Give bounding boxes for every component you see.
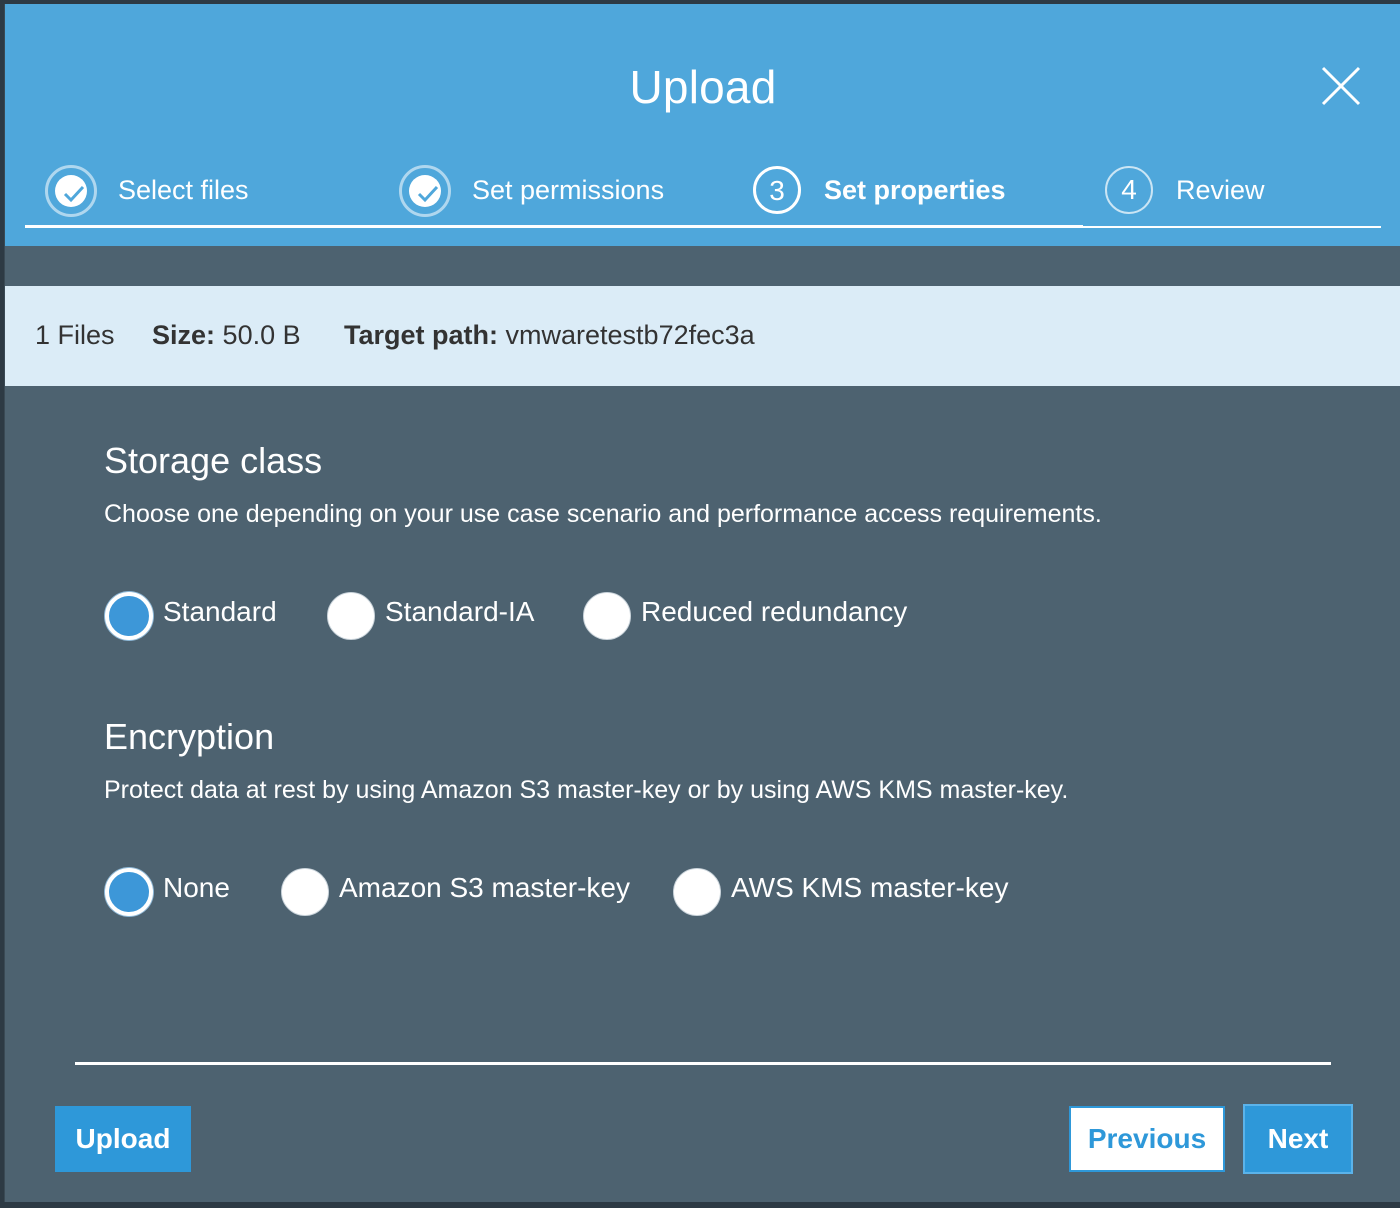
- step-underline: [1083, 226, 1381, 228]
- modal-header: Upload Select files Set permissions 3 Se…: [5, 4, 1400, 246]
- close-icon[interactable]: [1321, 66, 1361, 106]
- check-circle-icon: [45, 165, 97, 217]
- step-label: Set permissions: [472, 175, 665, 205]
- step-set-properties[interactable]: 3 Set properties: [731, 160, 1083, 228]
- step-label: Select files: [118, 175, 249, 205]
- radio-label: Standard-IA: [385, 596, 535, 627]
- step-underline: [731, 225, 1083, 228]
- size-value: 50.0 B: [222, 320, 301, 350]
- radio-unselected-icon: [673, 868, 721, 916]
- step-underline: [25, 225, 379, 228]
- radio-label: None: [163, 872, 230, 903]
- radio-selected-icon: [105, 592, 153, 640]
- size-label: Size:: [152, 320, 216, 350]
- step-set-permissions[interactable]: Set permissions: [379, 160, 731, 228]
- step-label: Review: [1176, 175, 1265, 205]
- step-underline: [379, 225, 731, 228]
- file-count: 1 Files: [35, 320, 115, 350]
- encryption-description: Protect data at rest by using Amazon S3 …: [104, 776, 1069, 804]
- step-label: Set properties: [824, 175, 1006, 205]
- storage-class-title: Storage class: [104, 440, 323, 481]
- radio-unselected-icon: [327, 592, 375, 640]
- step-select-files[interactable]: Select files: [25, 160, 379, 228]
- radio-label: Amazon S3 master-key: [339, 872, 630, 903]
- upload-summary: 1 Files Size: 50.0 B Target path: vmware…: [5, 286, 1400, 386]
- upload-modal: Upload Select files Set permissions 3 Se…: [4, 4, 1400, 1202]
- check-circle-icon: [399, 165, 451, 217]
- storage-class-description: Choose one depending on your use case sc…: [104, 500, 1102, 528]
- step-number: 4: [1105, 166, 1153, 214]
- radio-unselected-icon: [583, 592, 631, 640]
- step-number: 3: [753, 166, 801, 214]
- upload-button[interactable]: Upload: [55, 1106, 191, 1172]
- radio-label: Reduced redundancy: [641, 596, 908, 627]
- radio-unselected-icon: [281, 868, 329, 916]
- step-review[interactable]: 4 Review: [1083, 160, 1381, 228]
- wizard-steps: Select files Set permissions 3 Set prope…: [25, 160, 1381, 232]
- radio-label: Standard: [163, 596, 277, 627]
- size-info: Size: 50.0 B: [152, 320, 301, 351]
- radio-label: AWS KMS master-key: [731, 872, 1009, 903]
- target-path-value: vmwaretestb72fec3a: [505, 320, 755, 350]
- radio-selected-icon: [105, 868, 153, 916]
- modal-title: Upload: [629, 61, 777, 113]
- previous-button[interactable]: Previous: [1069, 1106, 1225, 1172]
- next-button[interactable]: Next: [1243, 1104, 1353, 1174]
- target-path-label: Target path:: [344, 320, 498, 350]
- encryption-title: Encryption: [104, 716, 275, 757]
- footer-divider: [75, 1062, 1331, 1065]
- target-path-info: Target path: vmwaretestb72fec3a: [344, 320, 755, 351]
